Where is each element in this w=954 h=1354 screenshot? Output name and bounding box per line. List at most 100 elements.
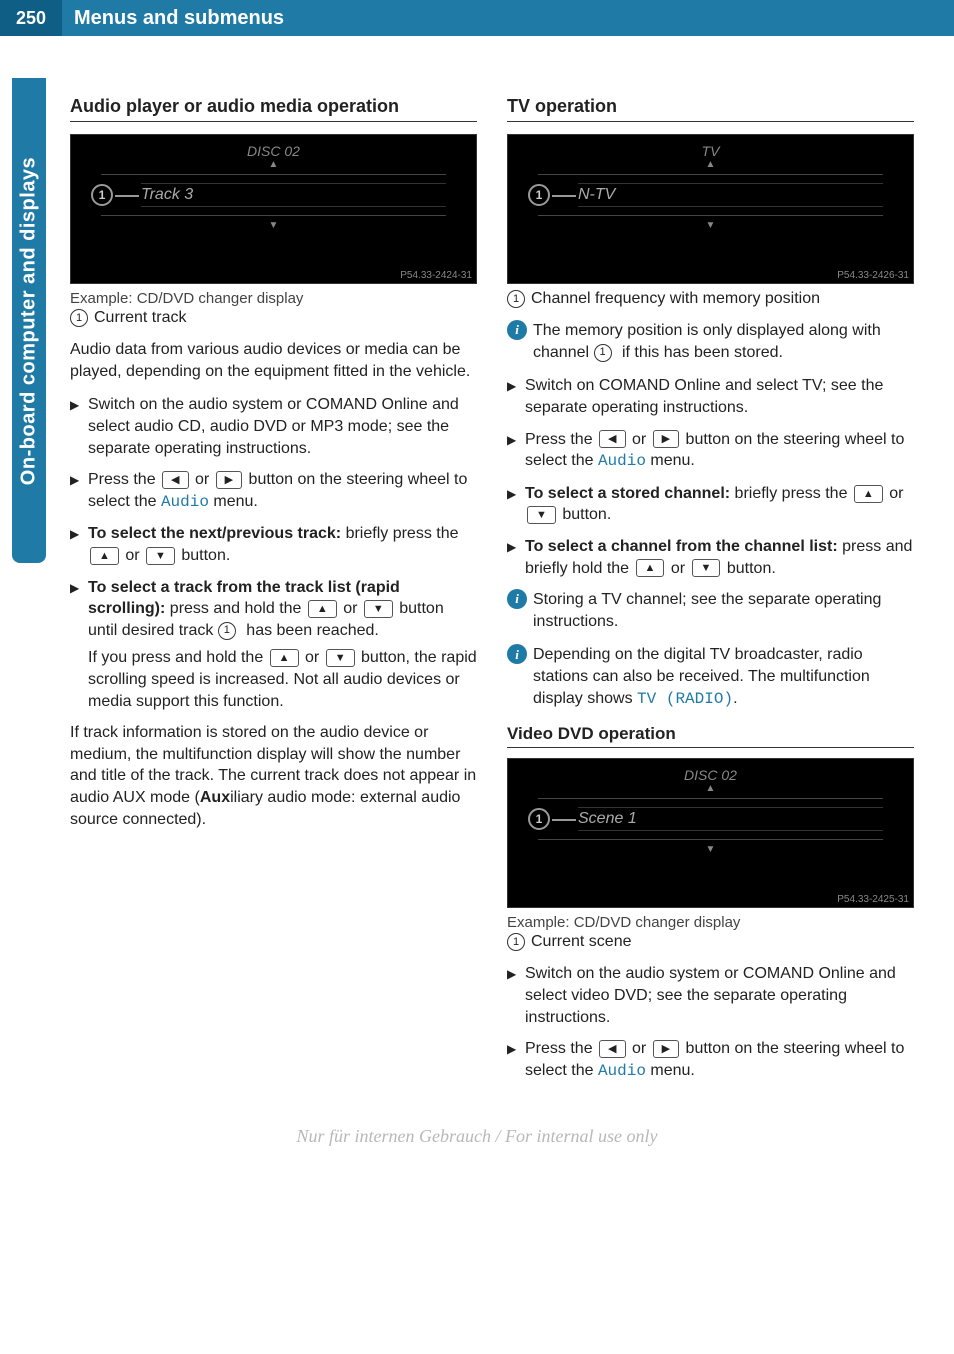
left-arrow-button-icon: ◀ — [162, 471, 188, 489]
callout-1-circle-icon: 1 — [507, 290, 525, 308]
step-bullet-icon: ▶ — [507, 375, 525, 418]
dvd-section-title: Video DVD operation — [507, 724, 914, 748]
callout-1-icon: 1 — [528, 808, 550, 830]
figure-caption: Example: CD/DVD changer display — [507, 914, 914, 931]
down-arrow-button-icon: ▼ — [146, 547, 175, 565]
display-mid-text: N-TV — [578, 186, 615, 203]
step-bullet-icon: ▶ — [507, 1038, 525, 1082]
step-bullet-icon: ▶ — [507, 536, 525, 579]
callout-legend: 1 Channel frequency with memory position — [507, 290, 914, 308]
left-arrow-button-icon: ◀ — [599, 1040, 625, 1058]
step-item: ▶ To select a channel from the channel l… — [507, 536, 914, 579]
step-item: ▶ Switch on the audio system or COMAND O… — [70, 394, 477, 459]
step-text: To select the next/previous track: brief… — [88, 523, 477, 566]
right-arrow-button-icon: ▶ — [653, 1040, 679, 1058]
info-note: i Storing a TV channel; see the separate… — [507, 589, 914, 632]
figure-code: P54.33-2426-31 — [837, 270, 909, 281]
step-bullet-icon: ▶ — [70, 394, 88, 459]
figure-caption: Example: CD/DVD changer display — [70, 290, 477, 307]
callout-1-icon: 1 — [528, 184, 550, 206]
down-arrow-button-icon: ▼ — [527, 506, 556, 524]
menu-name: Audio — [161, 493, 209, 511]
callout-1-label: Current scene — [531, 933, 632, 950]
callout-1-circle-icon: 1 — [507, 933, 525, 951]
page-number: 250 — [0, 0, 62, 36]
outro-paragraph: If track information is stored on the au… — [70, 722, 477, 830]
step-text: Switch on the audio system or COMAND Onl… — [88, 394, 477, 459]
down-arrow-button-icon: ▼ — [364, 600, 393, 618]
step-bullet-icon: ▶ — [507, 963, 525, 1028]
step-bullet-icon: ▶ — [70, 577, 88, 713]
step-item: ▶ Switch on the audio system or COMAND O… — [507, 963, 914, 1028]
step-text: Switch on COMAND Online and select TV; s… — [525, 375, 914, 418]
step-item: ▶ Switch on COMAND Online and select TV;… — [507, 375, 914, 418]
chapter-side-tab: On-board computer and displays — [12, 78, 46, 563]
left-column: Audio player or audio media operation DI… — [70, 96, 477, 1092]
step-text: To select a track from the track list (r… — [88, 577, 477, 713]
page-title: Menus and submenus — [62, 7, 284, 30]
step-item: ▶ To select a stored channel: briefly pr… — [507, 483, 914, 526]
display-top-text: DISC 02 — [71, 135, 476, 159]
info-note: i Depending on the digital TV broadcaste… — [507, 644, 914, 710]
chapter-side-label: On-board computer and displays — [18, 156, 41, 484]
up-arrow-icon: ▲ — [508, 783, 913, 794]
callout-1-circle-icon: 1 — [70, 309, 88, 327]
page-body: Audio player or audio media operation DI… — [0, 36, 954, 1112]
up-arrow-button-icon: ▲ — [308, 600, 337, 618]
info-note: i The memory position is only displayed … — [507, 320, 914, 363]
callout-1-circle-icon: 1 — [594, 344, 612, 362]
step-item: ▶ To select a track from the track list … — [70, 577, 477, 713]
right-column: TV operation TV ▲ 1 N-TV ▼ P54.33-2426-3… — [507, 96, 914, 1092]
down-arrow-button-icon: ▼ — [692, 559, 721, 577]
audio-display-figure: DISC 02 ▲ 1 Track 3 ▼ P54.33-2424-31 — [70, 134, 477, 284]
down-arrow-icon: ▼ — [508, 844, 913, 855]
audio-section-title: Audio player or audio media operation — [70, 96, 477, 122]
up-arrow-icon: ▲ — [71, 159, 476, 170]
up-arrow-icon: ▲ — [508, 159, 913, 170]
up-arrow-button-icon: ▲ — [90, 547, 119, 565]
step-text: Press the ◀ or ▶ button on the steering … — [525, 1038, 914, 1082]
step-text: To select a stored channel: briefly pres… — [525, 483, 914, 526]
step-text: Switch on the audio system or COMAND Onl… — [525, 963, 914, 1028]
figure-code: P54.33-2425-31 — [837, 894, 909, 905]
step-bullet-icon: ▶ — [70, 523, 88, 566]
step-item: ▶ To select the next/previous track: bri… — [70, 523, 477, 566]
figure-code: P54.33-2424-31 — [400, 270, 472, 281]
up-arrow-button-icon: ▲ — [270, 649, 299, 667]
intro-paragraph: Audio data from various audio devices or… — [70, 339, 477, 382]
step-item: ▶ Press the ◀ or ▶ button on the steerin… — [507, 429, 914, 473]
page-header: 250 Menus and submenus — [0, 0, 954, 36]
info-icon: i — [507, 320, 527, 340]
callout-1-label: Channel frequency with memory position — [531, 290, 820, 307]
step-text: Press the ◀ or ▶ button on the steering … — [88, 469, 477, 513]
callout-1-icon: 1 — [91, 184, 113, 206]
tv-section-title: TV operation — [507, 96, 914, 122]
step-bullet-icon: ▶ — [507, 429, 525, 473]
display-mid-text: Scene 1 — [578, 810, 637, 827]
display-mid-text: Track 3 — [141, 186, 193, 203]
step-text: Press the ◀ or ▶ button on the steering … — [525, 429, 914, 473]
callout-1-circle-icon: 1 — [218, 622, 236, 640]
up-arrow-button-icon: ▲ — [636, 559, 665, 577]
callout-legend: 1 Current scene — [507, 933, 914, 951]
display-top-text: TV — [508, 135, 913, 159]
left-arrow-button-icon: ◀ — [599, 430, 625, 448]
menu-name: Audio — [598, 1062, 646, 1080]
down-arrow-button-icon: ▼ — [326, 649, 355, 667]
right-arrow-button-icon: ▶ — [653, 430, 679, 448]
display-code-text: TV (RADIO) — [637, 690, 733, 708]
info-icon: i — [507, 589, 527, 609]
down-arrow-icon: ▼ — [71, 220, 476, 231]
up-arrow-button-icon: ▲ — [854, 485, 883, 503]
display-top-text: DISC 02 — [508, 759, 913, 783]
step-item: ▶ Press the ◀ or ▶ button on the steerin… — [507, 1038, 914, 1082]
step-bullet-icon: ▶ — [70, 469, 88, 513]
right-arrow-button-icon: ▶ — [216, 471, 242, 489]
callout-1-label: Current track — [94, 309, 186, 326]
watermark-text: Nur für internen Gebrauch / For internal… — [0, 1126, 954, 1147]
dvd-display-figure: DISC 02 ▲ 1 Scene 1 ▼ P54.33-2425-31 — [507, 758, 914, 908]
step-item: ▶ Press the ◀ or ▶ button on the steerin… — [70, 469, 477, 513]
step-text: To select a channel from the channel lis… — [525, 536, 914, 579]
step-bullet-icon: ▶ — [507, 483, 525, 526]
down-arrow-icon: ▼ — [508, 220, 913, 231]
